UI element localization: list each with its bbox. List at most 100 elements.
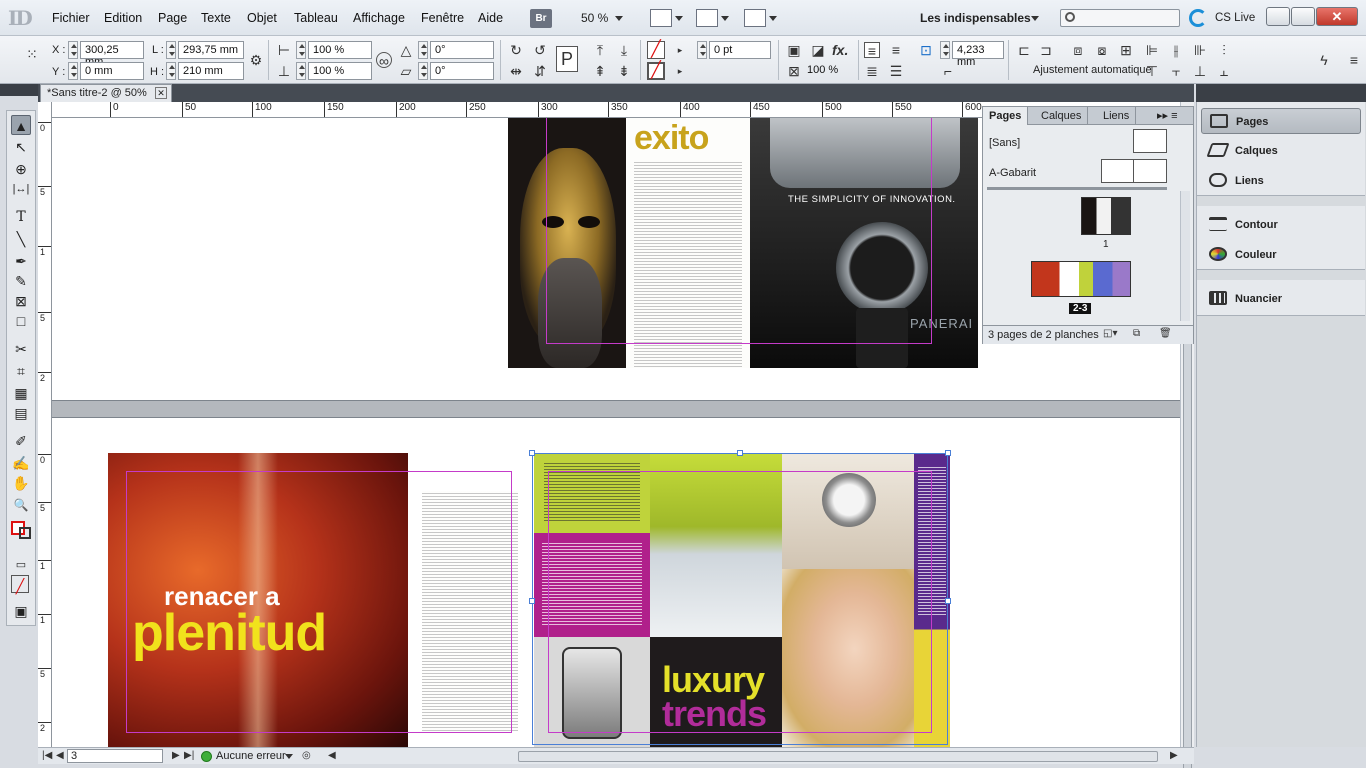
- open-preflight-icon[interactable]: ◎: [302, 750, 311, 761]
- align-v-centers-icon[interactable]: ⫟: [1168, 63, 1184, 79]
- scroll-left-icon[interactable]: ◀: [328, 750, 336, 761]
- horizontal-scrollbar[interactable]: [518, 751, 1158, 762]
- type-tool[interactable]: T: [11, 207, 31, 227]
- effects-box-icon[interactable]: ◪: [810, 42, 826, 58]
- constrain-proportions-icon[interactable]: ⚙: [248, 52, 264, 68]
- fill-proportional-icon[interactable]: ⧈: [1070, 42, 1086, 58]
- fit-frame-icon[interactable]: ⊏: [1016, 42, 1032, 58]
- note-tool[interactable]: ✐: [11, 431, 31, 451]
- eyedropper-tool[interactable]: ✍: [11, 453, 31, 473]
- gap-tool[interactable]: |↔|: [11, 179, 31, 199]
- fit-proportional-icon[interactable]: ⧇: [1094, 42, 1110, 58]
- scale-x-field[interactable]: 100 %: [308, 41, 372, 59]
- menu-fichier[interactable]: Fichier: [52, 11, 90, 25]
- zoom-tool[interactable]: 🔍: [11, 495, 31, 515]
- distribute-v-icon[interactable]: ⫠: [1216, 63, 1232, 79]
- scale-x-spinner[interactable]: [296, 41, 306, 59]
- free-transform-tool[interactable]: ⌗: [11, 361, 31, 381]
- menu-page[interactable]: Page: [158, 11, 187, 25]
- tab-liens[interactable]: Liens: [1097, 107, 1137, 125]
- zoom-level[interactable]: 50 %: [581, 11, 608, 25]
- pencil-tool[interactable]: ✎: [11, 271, 31, 291]
- rotate-field[interactable]: 0°: [430, 41, 494, 59]
- flip-v-icon[interactable]: ⇵: [532, 63, 548, 79]
- resize-handle[interactable]: [737, 450, 743, 456]
- workspace-switcher[interactable]: Les indispensables: [920, 11, 1031, 25]
- pen-tool[interactable]: ✒: [11, 251, 31, 271]
- chevron-down-icon[interactable]: [721, 16, 729, 21]
- help-search-input[interactable]: [1060, 9, 1180, 27]
- tab-pages[interactable]: Pages: [983, 107, 1029, 125]
- page-tool[interactable]: ⊕: [11, 159, 31, 179]
- master-a-gabarit[interactable]: A-Gabarit: [989, 167, 1036, 179]
- dock-nuancier[interactable]: Nuancier: [1201, 286, 1361, 312]
- dock-contour[interactable]: Contour: [1201, 212, 1361, 238]
- fill-menu-icon[interactable]: ▸: [672, 42, 688, 58]
- screen-mode-normal-icon[interactable]: ▣: [11, 601, 31, 621]
- scrollbar-thumb[interactable]: [1183, 312, 1192, 768]
- select-next-icon[interactable]: ⇟: [616, 63, 632, 79]
- page-number-field[interactable]: 3: [67, 749, 163, 763]
- text-wrap-bounding-icon[interactable]: ☰: [888, 63, 904, 79]
- corner-shape-icon[interactable]: ⌐: [940, 63, 956, 79]
- vertical-ruler[interactable]: 0 5 1 5 2 0 5 1 1 5 2: [38, 102, 52, 747]
- dock-liens[interactable]: Liens: [1201, 168, 1361, 194]
- distribute-icon[interactable]: ⫶: [1216, 42, 1232, 58]
- y-field[interactable]: 0 mm: [80, 62, 144, 80]
- rectangle-frame-tool[interactable]: ⊠: [11, 291, 31, 311]
- maximize-button[interactable]: [1291, 7, 1315, 26]
- arrange-documents-icon[interactable]: [744, 9, 766, 27]
- fit-content-icon[interactable]: ⊐: [1038, 42, 1054, 58]
- chevron-down-icon[interactable]: [675, 16, 683, 21]
- menu-tableau[interactable]: Tableau: [294, 11, 338, 25]
- offset-field[interactable]: 4,233 mm: [952, 41, 1004, 68]
- bridge-button[interactable]: Br: [530, 9, 552, 28]
- new-page-icon[interactable]: ⧉: [1133, 328, 1140, 339]
- scale-y-spinner[interactable]: [296, 62, 306, 80]
- effects-fx-icon[interactable]: fx.: [832, 42, 848, 58]
- opacity-field[interactable]: 100 %: [803, 62, 851, 80]
- align-center-icon[interactable]: ≡: [888, 42, 904, 58]
- selection-frame[interactable]: [532, 453, 948, 745]
- width-spinner[interactable]: [166, 41, 176, 59]
- master-none[interactable]: [Sans]: [989, 137, 1020, 149]
- panel-menu-icon[interactable]: ≡: [1346, 52, 1362, 68]
- rectangle-tool[interactable]: □: [11, 311, 31, 331]
- flip-h-icon[interactable]: ⇹: [508, 63, 524, 79]
- preflight-dropdown-icon[interactable]: [285, 754, 293, 759]
- tab-calques[interactable]: Calques: [1035, 107, 1089, 125]
- dock-header[interactable]: [1196, 84, 1366, 102]
- menu-objet[interactable]: Objet: [247, 11, 277, 25]
- stroke-weight-field[interactable]: 0 pt: [709, 41, 771, 59]
- panel-menu-icon[interactable]: ▸▸ ≡: [1151, 107, 1184, 125]
- hand-tool[interactable]: ✋: [11, 473, 31, 493]
- menu-edition[interactable]: Edition: [104, 11, 142, 25]
- gradient-swatch-tool[interactable]: ▦: [11, 383, 31, 403]
- height-spinner[interactable]: [166, 62, 176, 80]
- scissors-tool[interactable]: ✂: [11, 339, 31, 359]
- preflight-status[interactable]: Aucune erreur: [216, 750, 286, 762]
- align-h-centers-icon[interactable]: ⫲: [1168, 42, 1184, 58]
- delete-page-icon[interactable]: 🗑: [1159, 328, 1172, 339]
- master-none-thumbnail[interactable]: [1133, 129, 1167, 153]
- resize-handle[interactable]: [945, 598, 951, 604]
- lightning-icon[interactable]: ϟ: [1316, 52, 1332, 68]
- zoom-dropdown-icon[interactable]: [615, 16, 623, 21]
- scroll-right-icon[interactable]: ▶: [1170, 750, 1178, 761]
- drop-shadow-icon[interactable]: ▣: [786, 42, 802, 58]
- select-prev-icon[interactable]: ⇞: [592, 63, 608, 79]
- align-top-icon[interactable]: ⊤: [1144, 63, 1160, 79]
- rotate-spinner[interactable]: [418, 41, 428, 59]
- toolbox-header[interactable]: [0, 84, 38, 96]
- next-page-icon[interactable]: ▶: [172, 750, 180, 761]
- page-1-thumbnail[interactable]: [1081, 197, 1131, 235]
- pages-scrollbar[interactable]: [1180, 191, 1190, 321]
- stroke-swatch-icon[interactable]: ╱: [647, 62, 665, 80]
- menu-aide[interactable]: Aide: [478, 11, 503, 25]
- shear-field[interactable]: 0°: [430, 62, 494, 80]
- master-a-left-thumbnail[interactable]: [1101, 159, 1135, 183]
- center-content-icon[interactable]: ⊞: [1118, 42, 1134, 58]
- menu-affichage[interactable]: Affichage: [353, 11, 405, 25]
- cs-live-label[interactable]: CS Live: [1215, 12, 1255, 24]
- spread-2-3-thumbnail[interactable]: [1031, 261, 1131, 297]
